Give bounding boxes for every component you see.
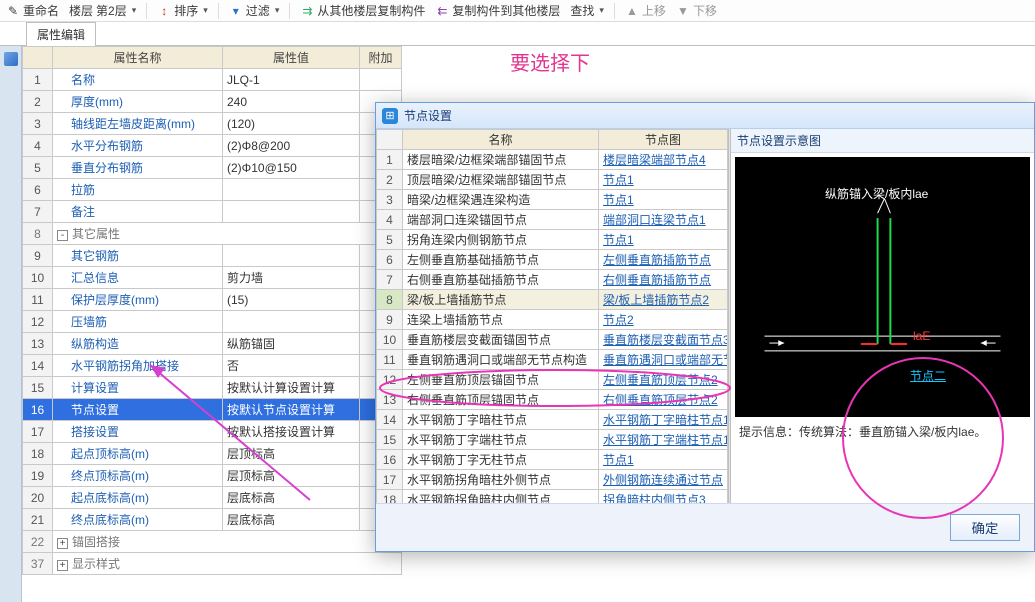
table-row[interactable]: 14水平钢筋丁字暗柱节点水平钢筋丁字暗柱节点1 (377, 410, 728, 430)
table-row[interactable]: 20起点底标高(m)层底标高 (23, 487, 402, 509)
table-row[interactable]: 11垂直钢筋遇洞口或端部无节点构造垂直筋遇洞口或端部无节 (377, 350, 728, 370)
left-rail[interactable] (0, 46, 22, 602)
node-col-name: 名称 (403, 130, 599, 150)
tab-label: 属性编辑 (37, 28, 85, 42)
col-value: 属性值 (223, 47, 360, 69)
copy-to-button[interactable]: ⇇ 复制构件到其他楼层 (433, 2, 562, 19)
move-up-button[interactable]: ▲ 上移 (623, 2, 668, 19)
copy-to-label: 复制构件到其他楼层 (452, 2, 560, 19)
table-row[interactable]: 17水平钢筋拐角暗柱外侧节点外侧钢筋连续通过节点 (377, 470, 728, 490)
floor-label: 楼层 (69, 2, 93, 19)
toolbar: ✎ 重命名 楼层 第2层 ↕ 排序 ▾ 过滤 ⇉ 从其他楼层复制构件 ⇇ 复制构… (0, 0, 1035, 22)
table-row[interactable]: 5垂直分布钢筋(2)Φ10@150 (23, 157, 402, 179)
copy-from-icon: ⇉ (300, 4, 314, 18)
arrow-down-icon: ▼ (676, 4, 690, 18)
table-row[interactable]: 4水平分布钢筋(2)Φ8@200 (23, 135, 402, 157)
hint-text: 提示信息：传统算法：垂直筋锚入梁/板内lae。 (739, 423, 1026, 440)
table-row[interactable]: 8梁/板上墙插筋节点梁/板上墙插筋节点2 (377, 290, 728, 310)
table-row[interactable]: 7右侧垂直筋基础插筋节点右侧垂直筋插筋节点 (377, 270, 728, 290)
table-row[interactable]: 10汇总信息剪力墙 (23, 267, 402, 289)
table-row[interactable]: 2厚度(mm)240 (23, 91, 402, 113)
table-row[interactable]: 16节点设置按默认节点设置计算 (23, 399, 402, 421)
copy-to-icon: ⇇ (435, 4, 449, 18)
table-row[interactable]: 13纵筋构造纵筋锚固 (23, 333, 402, 355)
table-row[interactable]: 8-其它属性 (23, 223, 402, 245)
floor-dropdown[interactable]: 楼层 第2层 (67, 2, 138, 19)
table-row[interactable]: 10垂直筋楼层变截面锚固节点垂直筋楼层变截面节点3 (377, 330, 728, 350)
preview-diagram: 纵筋锚入梁/板内lae laE 节点二 (735, 157, 1030, 417)
node-table[interactable]: 名称 节点图 1楼层暗梁/边框梁端部锚固节点楼层暗梁端部节点42顶层暗梁/边框梁… (376, 129, 728, 503)
table-row[interactable]: 7备注 (23, 201, 402, 223)
table-row[interactable]: 15水平钢筋丁字端柱节点水平钢筋丁字端柱节点1 (377, 430, 728, 450)
col-name: 属性名称 (53, 47, 223, 69)
table-row[interactable]: 37+显示样式 (23, 553, 402, 575)
sort-icon: ↕ (157, 4, 171, 18)
move-down-label: 下移 (693, 2, 717, 19)
diagram-label-lae: laE (913, 329, 930, 343)
move-down-button[interactable]: ▼ 下移 (674, 2, 719, 19)
node-col-img: 节点图 (599, 130, 728, 150)
dialog-icon: ⊞ (382, 108, 398, 124)
move-up-label: 上移 (642, 2, 666, 19)
dialog-title: 节点设置 (404, 107, 452, 124)
rename-icon: ✎ (6, 4, 20, 18)
table-row[interactable]: 12压墙筋 (23, 311, 402, 333)
table-row[interactable]: 1名称JLQ-1 (23, 69, 402, 91)
table-row[interactable]: 22+锚固搭接 (23, 531, 402, 553)
diagram-node-link[interactable]: 节点二 (910, 367, 946, 384)
table-row[interactable]: 13右侧垂直筋顶层锚固节点右侧垂直筋顶层节点2 (377, 390, 728, 410)
col-extra: 附加 (360, 47, 402, 69)
filter-icon: ▾ (229, 4, 243, 18)
arrow-up-icon: ▲ (625, 4, 639, 18)
table-row[interactable]: 18起点顶标高(m)层顶标高 (23, 443, 402, 465)
find-button[interactable]: 查找 (568, 2, 606, 19)
table-row[interactable]: 15计算设置按默认计算设置计算 (23, 377, 402, 399)
sort-label: 排序 (174, 2, 198, 19)
table-row[interactable]: 14水平钢筋拐角加搭接否 (23, 355, 402, 377)
table-row[interactable]: 12左侧垂直筋顶层锚固节点左侧垂直筋顶层节点2 (377, 370, 728, 390)
table-row[interactable]: 3轴线距左墙皮距离(mm)(120) (23, 113, 402, 135)
property-panel: 属性名称 属性值 附加 1名称JLQ-12厚度(mm)2403轴线距左墙皮距离(… (22, 46, 402, 602)
table-row[interactable]: 9连梁上墙插筋节点节点2 (377, 310, 728, 330)
table-row[interactable]: 11保护层厚度(mm)(15) (23, 289, 402, 311)
table-row[interactable]: 9其它钢筋 (23, 245, 402, 267)
tab-property-edit[interactable]: 属性编辑 (26, 22, 96, 46)
table-row[interactable]: 4端部洞口连梁锚固节点端部洞口连梁节点1 (377, 210, 728, 230)
property-grid[interactable]: 属性名称 属性值 附加 1名称JLQ-12厚度(mm)2403轴线距左墙皮距离(… (22, 46, 402, 575)
diagram-label-top: 纵筋锚入梁/板内lae (825, 185, 928, 202)
table-row[interactable]: 16水平钢筋丁字无柱节点节点1 (377, 450, 728, 470)
table-row[interactable]: 1楼层暗梁/边框梁端部锚固节点楼层暗梁端部节点4 (377, 150, 728, 170)
tab-strip: 属性编辑 (0, 22, 1035, 46)
preview-header: 节点设置示意图 (731, 129, 1034, 153)
sort-button[interactable]: ↕ 排序 (155, 2, 210, 19)
copy-from-label: 从其他楼层复制构件 (317, 2, 425, 19)
table-row[interactable]: 21终点底标高(m)层底标高 (23, 509, 402, 531)
filter-button[interactable]: ▾ 过滤 (227, 2, 282, 19)
rename-label: 重命名 (23, 2, 59, 19)
table-row[interactable]: 3暗梁/边框梁遇连梁构造节点1 (377, 190, 728, 210)
table-row[interactable]: 18水平钢筋拐角暗柱内侧节点拐角暗柱内侧节点3 (377, 490, 728, 504)
table-row[interactable]: 6左侧垂直筋基础插筋节点左侧垂直筋插筋节点 (377, 250, 728, 270)
annotation-text: 要选择下 (510, 47, 590, 76)
node-settings-dialog: ⊞ 节点设置 名称 节点图 1楼层暗梁/边框梁端部锚固节点楼层暗梁端部节点42顶… (375, 102, 1035, 552)
table-row[interactable]: 6拉筋 (23, 179, 402, 201)
table-row[interactable]: 19终点顶标高(m)层顶标高 (23, 465, 402, 487)
floor-value: 第2层 (96, 2, 127, 19)
rename-button[interactable]: ✎ 重命名 (4, 2, 61, 19)
filter-label: 过滤 (246, 2, 270, 19)
table-row[interactable]: 2顶层暗梁/边框梁端部锚固节点节点1 (377, 170, 728, 190)
table-row[interactable]: 5拐角连梁内侧钢筋节点节点1 (377, 230, 728, 250)
copy-from-button[interactable]: ⇉ 从其他楼层复制构件 (298, 2, 427, 19)
find-label: 查找 (570, 2, 594, 19)
ok-button[interactable]: 确定 (950, 514, 1020, 541)
dialog-titlebar[interactable]: ⊞ 节点设置 (376, 103, 1034, 129)
table-row[interactable]: 17搭接设置按默认搭接设置计算 (23, 421, 402, 443)
